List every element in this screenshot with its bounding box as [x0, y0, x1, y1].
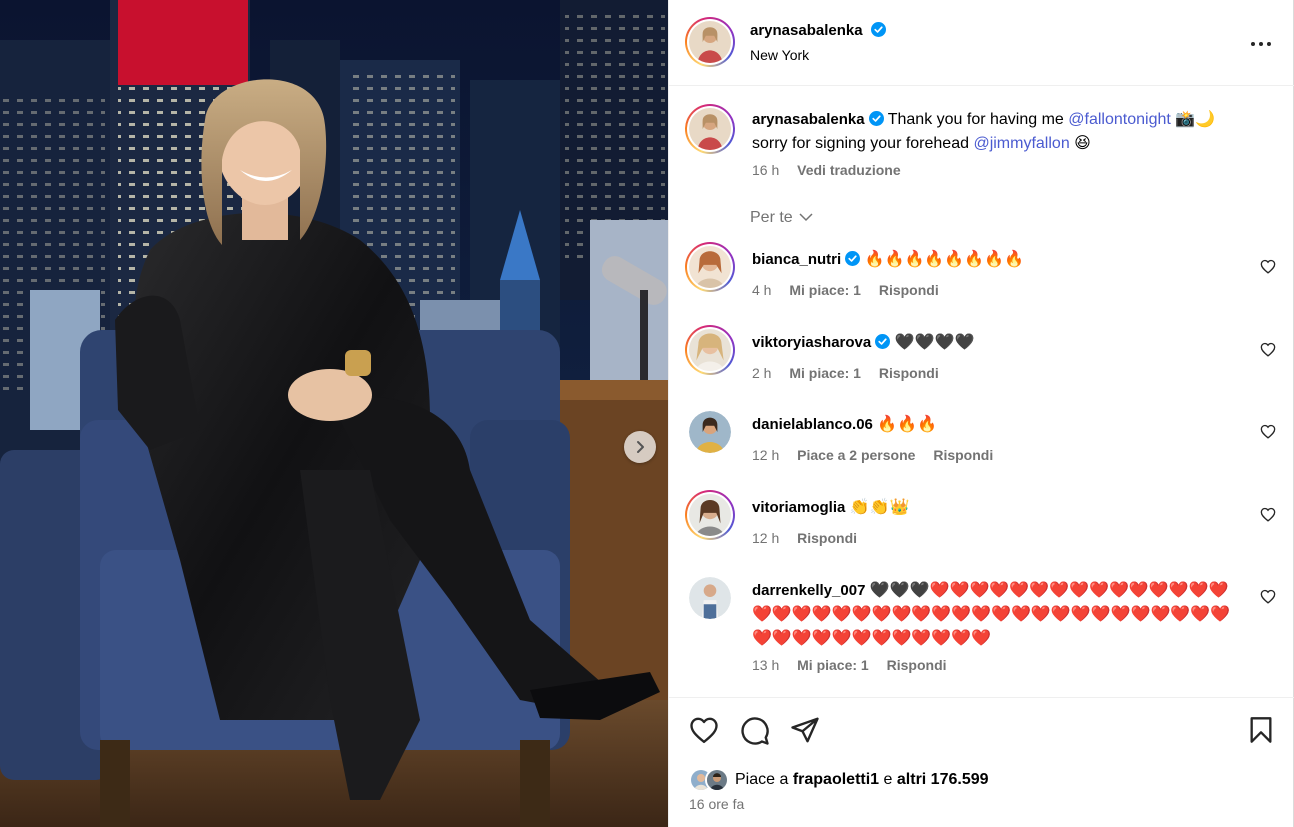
- caption-username[interactable]: arynasabalenka: [752, 111, 865, 128]
- post-caption: arynasabalenka Thank you for having me @…: [669, 104, 1294, 184]
- comment-item: viktoryiasharova 🖤🖤🖤🖤 2 h Mi piace: 1 Ri…: [669, 325, 1294, 395]
- bookmark-icon[interactable]: [1249, 716, 1273, 744]
- comment-time[interactable]: 4 h: [752, 282, 771, 298]
- comment-like-heart-icon[interactable]: [1260, 342, 1276, 357]
- mention-fallontonight[interactable]: @fallontonight: [1068, 111, 1171, 128]
- heart-icon[interactable]: [689, 716, 719, 744]
- post-side-panel: arynasabalenka New York arynasabalenka T…: [668, 0, 1294, 827]
- next-arrow-icon: [637, 441, 644, 453]
- post-header: arynasabalenka New York: [669, 0, 1294, 86]
- post-timestamp[interactable]: 16 ore fa: [689, 796, 744, 812]
- comment-text: 🖤🖤🖤🖤: [894, 332, 975, 351]
- commenter-avatar[interactable]: [689, 577, 731, 619]
- comment-item: bianca_nutri 🔥🔥🔥🔥🔥🔥🔥🔥 4 h Mi piace: 1 Ri…: [669, 242, 1294, 312]
- liker-avatar: [705, 768, 729, 792]
- comment-icon[interactable]: [740, 716, 770, 746]
- reply-button[interactable]: Rispondi: [879, 365, 939, 381]
- author-username[interactable]: arynasabalenka: [750, 22, 863, 39]
- likes-summary[interactable]: Piace a frapaoletti1 e altri 176.599: [689, 768, 989, 792]
- comment-item: danielablanco.06 🔥🔥🔥 12 h Piace a 2 pers…: [669, 409, 1294, 479]
- post-media: [0, 0, 668, 827]
- comment-time[interactable]: 12 h: [752, 447, 779, 463]
- post-photo: [0, 0, 668, 827]
- commenter-username[interactable]: vitoriamoglia: [752, 499, 845, 516]
- comment-time[interactable]: 13 h: [752, 657, 779, 673]
- verified-badge-icon: [875, 334, 891, 349]
- comment-sort-label: Per te: [750, 209, 793, 226]
- comment-item: darrenkelly_007 🖤🖤🖤❤️❤️❤️❤️❤️❤️❤️❤️❤️❤️❤…: [669, 575, 1294, 680]
- post-actions: Piace a frapaoletti1 e altri 176.599 16 …: [669, 697, 1294, 827]
- reply-button[interactable]: Rispondi: [879, 282, 939, 298]
- comment-sort-dropdown[interactable]: Per te: [750, 209, 813, 227]
- comment-text: 🔥🔥🔥: [877, 414, 938, 433]
- chevron-down-icon: [799, 213, 813, 222]
- reply-button[interactable]: Rispondi: [887, 657, 947, 673]
- caption-time[interactable]: 16 h: [752, 162, 779, 178]
- more-options-button[interactable]: [1250, 34, 1272, 51]
- more-options-icon: [1251, 42, 1271, 46]
- likes-prefix: Piace a: [735, 771, 789, 788]
- comment-text: 🔥🔥🔥🔥🔥🔥🔥🔥: [864, 249, 1025, 268]
- mention-jimmyfallon[interactable]: @jimmyfallon: [973, 135, 1069, 152]
- reply-button[interactable]: Rispondi: [933, 447, 993, 463]
- comment-like-heart-icon[interactable]: [1260, 507, 1276, 522]
- comment-likes[interactable]: Mi piace: 1: [797, 657, 869, 673]
- commenter-avatar[interactable]: [685, 325, 735, 375]
- verified-badge-icon: [868, 111, 884, 126]
- next-media-button[interactable]: [624, 431, 656, 463]
- caption-text: Thank you for having me: [887, 111, 1064, 128]
- comment-likes[interactable]: Piace a 2 persone: [797, 447, 915, 463]
- commenter-username[interactable]: viktoryiasharova: [752, 334, 871, 351]
- commenter-avatar[interactable]: [685, 242, 735, 292]
- comment-like-heart-icon[interactable]: [1260, 259, 1276, 274]
- comment-likes[interactable]: Mi piace: 1: [789, 365, 861, 381]
- likes-user[interactable]: frapaoletti1: [793, 771, 879, 788]
- commenter-avatar[interactable]: [689, 411, 731, 453]
- commenter-username[interactable]: bianca_nutri: [752, 251, 841, 268]
- commenter-avatar[interactable]: [685, 490, 735, 540]
- caption-author-avatar[interactable]: [685, 104, 735, 154]
- reply-button[interactable]: Rispondi: [797, 530, 857, 546]
- post-modal: arynasabalenka New York arynasabalenka T…: [0, 0, 1294, 827]
- verified-badge-icon: [870, 22, 886, 37]
- caption-line-2: sorry for signing your forehead: [752, 135, 969, 152]
- commenter-username[interactable]: danielablanco.06: [752, 416, 873, 433]
- comment-likes[interactable]: Mi piace: 1: [789, 282, 861, 298]
- caption-emoji-1: 📸🌙: [1175, 109, 1216, 128]
- comment-text: 👏👏👑: [849, 497, 910, 516]
- comment-item: vitoriamoglia 👏👏👑 12 h Rispondi: [669, 490, 1294, 560]
- author-avatar[interactable]: [685, 17, 735, 67]
- post-location[interactable]: New York: [750, 47, 809, 63]
- see-translation-button[interactable]: Vedi traduzione: [797, 162, 900, 178]
- comment-time[interactable]: 2 h: [752, 365, 771, 381]
- comment-like-heart-icon[interactable]: [1260, 424, 1276, 439]
- comment-time[interactable]: 12 h: [752, 530, 779, 546]
- share-icon[interactable]: [790, 716, 820, 744]
- verified-badge-icon: [845, 251, 861, 266]
- likes-joiner: e: [883, 771, 893, 788]
- commenter-username[interactable]: darrenkelly_007: [752, 582, 865, 599]
- likes-others[interactable]: altri 176.599: [897, 771, 989, 788]
- caption-emoji-2: 😆: [1074, 133, 1091, 152]
- comment-like-heart-icon[interactable]: [1260, 589, 1276, 604]
